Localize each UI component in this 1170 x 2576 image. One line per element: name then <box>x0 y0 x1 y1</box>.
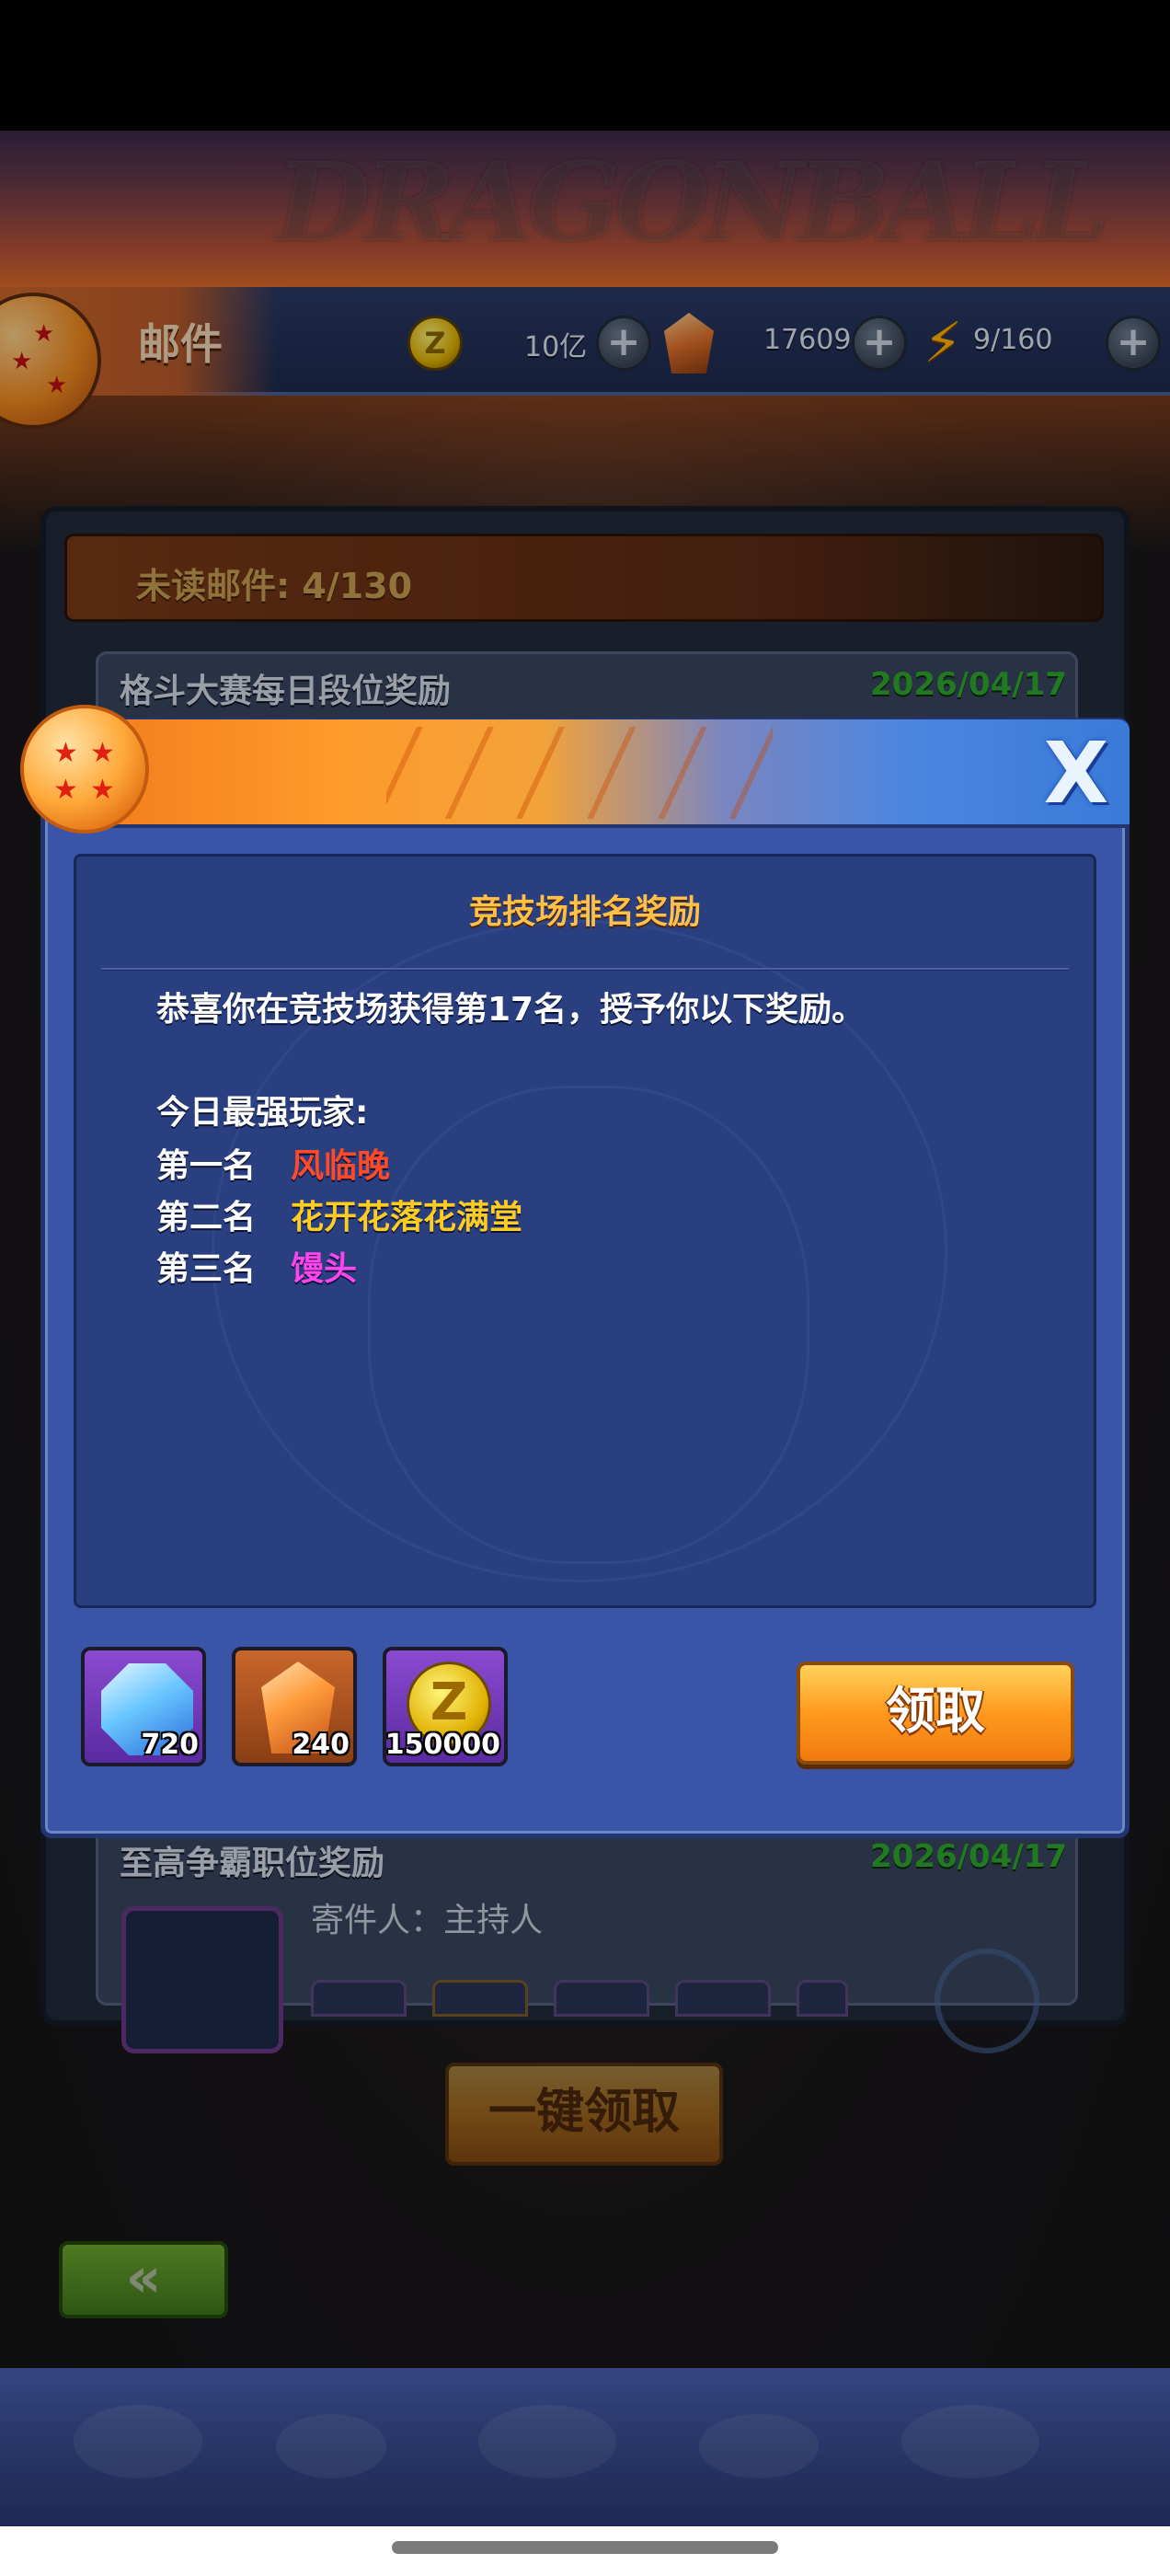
dragonball-icon: ★ ★ ★ ★ <box>20 705 149 834</box>
rank-label: 第三名 <box>156 1250 257 1288</box>
reward-quantity: 150000 <box>384 1729 500 1761</box>
rank-label: 第一名 <box>156 1147 257 1185</box>
reward-item[interactable]: 720 <box>81 1647 206 1766</box>
rank-player-name: 馒头 <box>291 1250 358 1288</box>
home-indicator[interactable] <box>392 2541 778 2554</box>
reward-quantity: 240 <box>292 1729 350 1761</box>
rank-label: 第二名 <box>156 1199 257 1236</box>
dragon-watermark <box>368 1086 809 1564</box>
dialog-title: 竞技场排名奖励 <box>468 893 701 931</box>
reward-message: 恭喜你在竞技场获得第17名，授予你以下奖励。 <box>156 991 866 1029</box>
divider <box>101 968 1069 971</box>
reward-item[interactable]: 240 <box>232 1647 357 1766</box>
claim-button[interactable]: 领取 <box>797 1662 1074 1765</box>
reward-item[interactable]: Z 150000 <box>383 1647 508 1766</box>
strongest-players-label: 今日最强玩家: <box>156 1094 369 1132</box>
status-bar-area <box>0 0 1170 131</box>
header-decoration <box>386 727 773 819</box>
reward-quantity: 720 <box>141 1729 199 1761</box>
close-icon[interactable]: X <box>1032 731 1120 816</box>
rank-player-name: 风临晚 <box>291 1147 391 1185</box>
rank-player-name: 花开花落花满堂 <box>291 1199 523 1236</box>
